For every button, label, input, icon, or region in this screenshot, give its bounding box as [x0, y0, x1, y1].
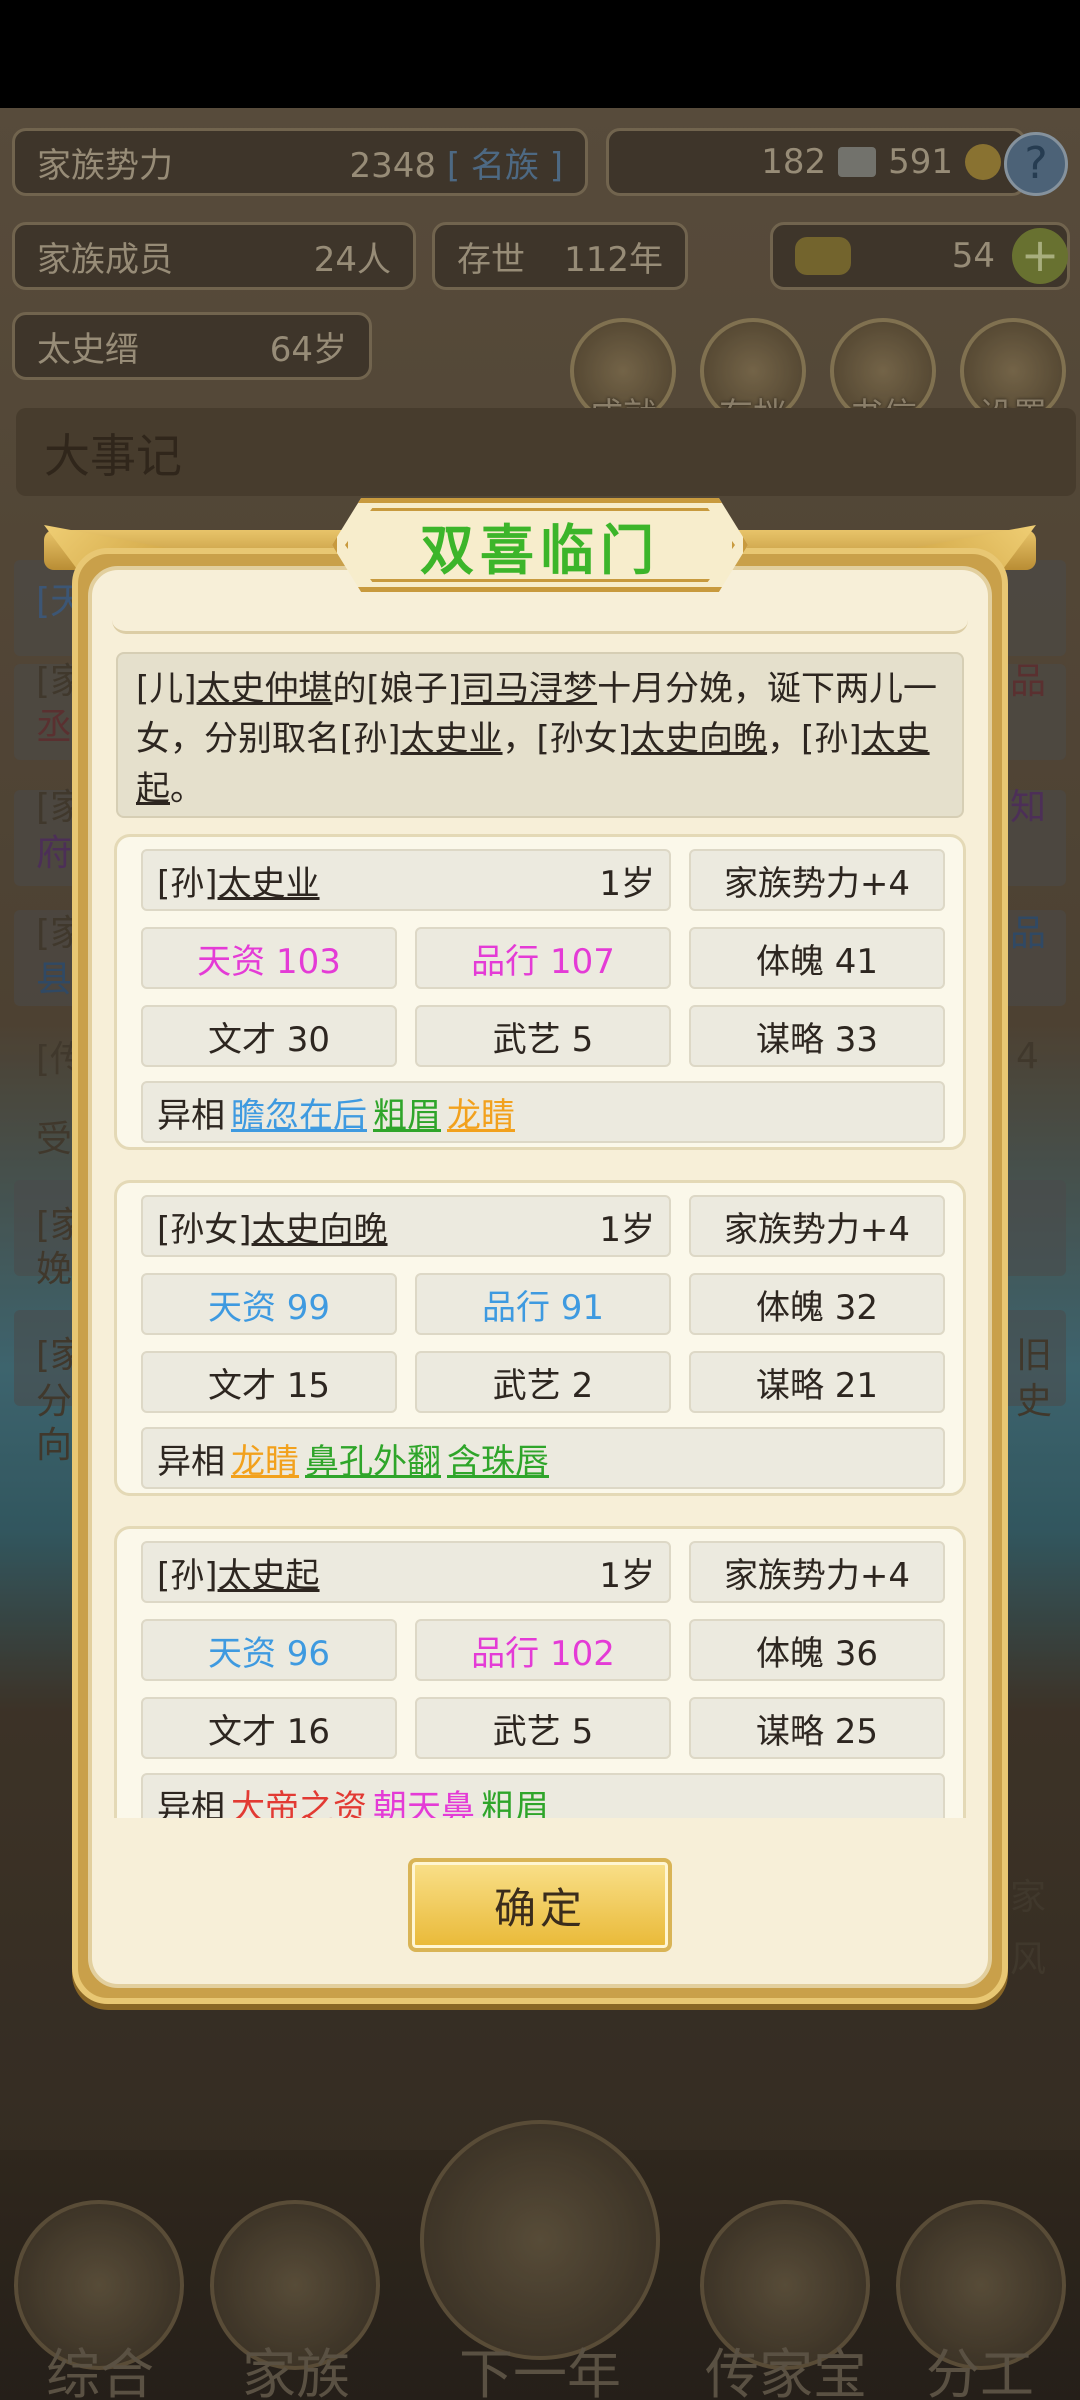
child-name-cell[interactable]: [孙女]太史向晚 1岁: [141, 1195, 671, 1257]
morality-stat: 品行 107: [415, 927, 671, 989]
trait-tag[interactable]: 含珠唇: [447, 1434, 549, 1483]
traits-row: 异相 大帝之资 朝天鼻 粗眉: [141, 1773, 945, 1818]
strategy-stat: 谋略 25: [689, 1697, 945, 1759]
family-power-bonus-text: 家族势力+4: [723, 863, 911, 904]
strategy-stat: 谋略 21: [689, 1351, 945, 1413]
physique-value: 体魄 41: [755, 941, 879, 982]
confirm-label: 确定: [493, 1883, 586, 1933]
family-power-bonus: 家族势力+4: [689, 849, 945, 911]
strategy-stat: 谋略 33: [689, 1005, 945, 1067]
child-name: 太史起: [217, 1555, 320, 1596]
children-list: [孙]太史业 1岁 家族势力+4 天资 103 品行 107 体魄 41 文才 30 武艺 5…: [0, 830, 1080, 1818]
trait-tag[interactable]: 龙睛: [231, 1434, 299, 1483]
child-card: [孙]太史起 1岁 家族势力+4 天资 96 品行 102 体魄 36 文才 16 武艺 5 谋…: [114, 1526, 966, 1818]
family-power-bonus-text: 家族势力+4: [723, 1555, 911, 1596]
family-power-bonus: 家族势力+4: [689, 1195, 945, 1257]
trait-tag[interactable]: 大帝之资: [231, 1780, 367, 1819]
martial-stat: 武艺 2: [415, 1351, 671, 1413]
family-power-bonus: 家族势力+4: [689, 1541, 945, 1603]
strategy-value: 谋略 33: [755, 1019, 879, 1060]
talent-value: 天资 103: [197, 941, 341, 982]
strategy-value: 谋略 21: [755, 1365, 879, 1406]
trait-tag[interactable]: 粗眉: [373, 1088, 441, 1137]
physique-stat: 体魄 41: [689, 927, 945, 989]
trait-tag[interactable]: 粗眉: [481, 1780, 549, 1819]
child-age: 1岁: [599, 1209, 655, 1250]
martial-value: 武艺 5: [492, 1711, 594, 1752]
status-bar: [0, 0, 1080, 108]
morality-value: 品行 102: [471, 1633, 615, 1674]
talent-value: 天资 96: [207, 1633, 331, 1674]
physique-value: 体魄 36: [755, 1633, 879, 1674]
child-relation: [孙]: [157, 863, 218, 904]
morality-stat: 品行 102: [415, 1619, 671, 1681]
physique-value: 体魄 32: [755, 1287, 879, 1328]
child-name-cell[interactable]: [孙]太史起 1岁: [141, 1541, 671, 1603]
physique-stat: 体魄 36: [689, 1619, 945, 1681]
talent-stat: 天资 99: [141, 1273, 397, 1335]
child-card: [孙]太史业 1岁 家族势力+4 天资 103 品行 107 体魄 41 文才 30 武艺 5…: [114, 834, 966, 1150]
strategy-value: 谋略 25: [755, 1711, 879, 1752]
morality-value: 品行 107: [471, 941, 615, 982]
talent-value: 天资 99: [207, 1287, 331, 1328]
trait-tag[interactable]: 鼻孔外翻: [305, 1434, 441, 1483]
literacy-stat: 文才 15: [141, 1351, 397, 1413]
child-age: 1岁: [599, 863, 655, 904]
child-name: 太史向晚: [251, 1209, 388, 1250]
child-name-cell[interactable]: [孙]太史业 1岁: [141, 849, 671, 911]
trait-tag[interactable]: 瞻忽在后: [231, 1088, 367, 1137]
literacy-value: 文才 15: [207, 1365, 331, 1406]
traits-label: 异相: [157, 1787, 225, 1819]
martial-value: 武艺 2: [492, 1365, 594, 1406]
traits-row: 异相 龙睛 鼻孔外翻 含珠唇: [141, 1427, 945, 1489]
physique-stat: 体魄 32: [689, 1273, 945, 1335]
child-age: 1岁: [599, 1555, 655, 1596]
literacy-stat: 文才 30: [141, 1005, 397, 1067]
talent-stat: 天资 103: [141, 927, 397, 989]
talent-stat: 天资 96: [141, 1619, 397, 1681]
traits-row: 异相 瞻忽在后 粗眉 龙睛: [141, 1081, 945, 1143]
martial-stat: 武艺 5: [415, 1697, 671, 1759]
literacy-value: 文才 30: [207, 1019, 331, 1060]
family-power-bonus-text: 家族势力+4: [723, 1209, 911, 1250]
literacy-value: 文才 16: [207, 1711, 331, 1752]
martial-stat: 武艺 5: [415, 1005, 671, 1067]
traits-label: 异相: [157, 1095, 225, 1136]
literacy-stat: 文才 16: [141, 1697, 397, 1759]
dialog-title: 双喜临门: [420, 518, 660, 582]
child-name: 太史业: [217, 863, 320, 904]
morality-stat: 品行 91: [415, 1273, 671, 1335]
morality-value: 品行 91: [481, 1287, 605, 1328]
child-card: [孙女]太史向晚 1岁 家族势力+4 天资 99 品行 91 体魄 32 文才 15 武艺 2…: [114, 1180, 966, 1496]
trait-tag[interactable]: 龙睛: [447, 1088, 515, 1137]
trait-tag[interactable]: 朝天鼻: [373, 1780, 475, 1819]
confirm-button[interactable]: 确定: [408, 1858, 672, 1952]
child-relation: [孙女]: [157, 1209, 252, 1250]
martial-value: 武艺 5: [492, 1019, 594, 1060]
traits-label: 异相: [157, 1441, 225, 1482]
child-relation: [孙]: [157, 1555, 218, 1596]
